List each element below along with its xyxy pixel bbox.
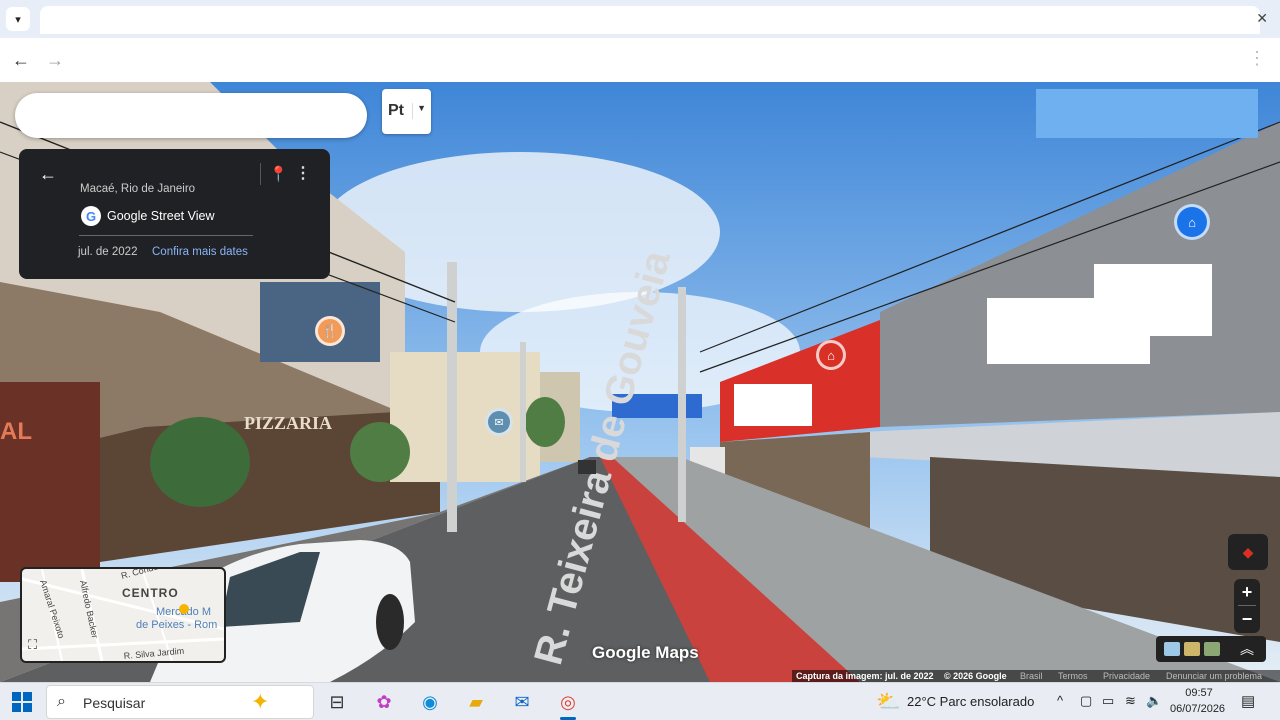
chevron-down-icon[interactable]: ▼	[412, 103, 426, 119]
utility-pole	[678, 287, 686, 522]
compass-icon[interactable]: ◆	[1228, 534, 1268, 570]
browser-toolbar: ← → ⋮	[0, 38, 1280, 82]
utility-pole	[447, 262, 457, 532]
volume-icon[interactable]: 🔈	[1146, 693, 1162, 709]
minimap-label: Alfredo Backer	[78, 579, 100, 639]
compass-needle: ◆	[1242, 543, 1254, 560]
see-more-dates-link[interactable]: Confira mais dates	[152, 246, 248, 258]
zoom-control: + −	[1234, 579, 1260, 633]
meet-now-icon[interactable]: ▢	[1080, 693, 1092, 709]
input-tools-button[interactable]: Pt ▼	[382, 89, 431, 134]
google-logo-icon: G	[81, 206, 101, 226]
tree	[525, 397, 565, 447]
mail-poi-icon[interactable]: ✉	[485, 408, 513, 436]
distant-car	[578, 460, 596, 474]
mid-building	[390, 352, 540, 482]
country-link[interactable]: Brasil	[1020, 671, 1043, 681]
google-maps-logo: Google Maps	[592, 643, 699, 662]
tree	[150, 417, 250, 507]
zoom-in-button[interactable]: +	[1234, 579, 1260, 605]
minimap-roads: CENTRO Mercado M de Peixes - Rom R. Cond…	[22, 569, 224, 661]
photo-layers-bar[interactable]: ︽	[1156, 636, 1266, 662]
car-wheel	[376, 594, 404, 650]
active-tab[interactable]	[40, 6, 1260, 34]
edge-icon[interactable]: ◉	[416, 688, 444, 716]
layer-thumbnail[interactable]	[1204, 642, 1220, 656]
capture-date-footer: Captura da imagem: jul. de 2022	[796, 671, 934, 681]
language-label: Pt	[388, 102, 404, 119]
minimap-label: de Peixes - Rom	[136, 619, 217, 631]
arrow-left-icon: ←	[12, 49, 30, 70]
map-pin-icon[interactable]: 📍	[269, 165, 288, 183]
shop-sign: AL	[0, 418, 32, 445]
file-explorer-icon[interactable]: ▰	[462, 688, 490, 716]
utility-pole	[520, 342, 526, 482]
taskbar-search[interactable]: ⌕ Pesquisar ✦	[46, 685, 314, 719]
divider	[79, 235, 253, 236]
arrow-right-icon: →	[46, 49, 64, 70]
clock-time[interactable]: 09:57	[1184, 687, 1214, 699]
windows-start-icon[interactable]	[12, 692, 32, 712]
tab-search-chevron-down-icon[interactable]: ▾	[6, 7, 30, 31]
redacted-block	[734, 384, 812, 426]
sparkle-icon: ✦	[251, 689, 270, 714]
shopping-bag-poi-icon[interactable]: ⌂	[1174, 204, 1210, 240]
layer-thumbnail[interactable]	[1184, 642, 1200, 656]
more-options-icon[interactable]: ⋮	[295, 163, 311, 183]
copyright: © 2026 Google	[944, 671, 1007, 681]
capture-date: jul. de 2022	[78, 246, 138, 258]
taskbar: ⌕ Pesquisar ✦ ⊟ ✿ ◉ ▰ ✉ ◎ ⛅ 22°C Parc en…	[0, 682, 1280, 720]
chrome-icon[interactable]: ◎	[554, 688, 582, 716]
battery-icon[interactable]: ▭	[1102, 693, 1114, 709]
minimap-label: R. Silva Jardim	[123, 646, 184, 661]
layer-thumbnail[interactable]	[1164, 642, 1180, 656]
arrow-left-icon[interactable]: ←	[39, 164, 57, 185]
outlook-icon[interactable]: ✉	[508, 688, 536, 716]
forward-button[interactable]: →	[43, 48, 67, 72]
product-name: Google Street View	[107, 209, 215, 223]
maps-search-input[interactable]	[15, 93, 367, 138]
wifi-icon[interactable]: ≋	[1125, 693, 1136, 709]
search-icon: ⌕	[57, 693, 66, 710]
close-icon[interactable]: ✕	[1256, 10, 1268, 27]
maps-footer: Captura da imagem: jul. de 2022 © 2026 G…	[792, 670, 1280, 682]
notifications-icon[interactable]: ▤	[1241, 692, 1255, 710]
street-view-info-card: ← Macaé, Rio de Janeiro 📍 ⋮ G Google Str…	[19, 149, 330, 279]
divider	[260, 163, 261, 185]
tree	[350, 422, 410, 482]
task-view-icon[interactable]: ⊟	[323, 688, 351, 716]
chevron-up-icon[interactable]: ^	[1057, 693, 1063, 708]
copilot-icon[interactable]: ✿	[370, 688, 398, 716]
weather-partly-sunny-icon[interactable]: ⛅	[876, 689, 901, 714]
privacy-link[interactable]: Privacidade	[1103, 671, 1150, 681]
weather-text[interactable]: 22°C Parc ensolarado	[907, 694, 1034, 709]
back-button[interactable]: ←	[9, 48, 33, 72]
clock-date[interactable]: 06/07/2026	[1170, 703, 1225, 715]
pegman-icon	[179, 604, 189, 614]
shopping-bag-poi-icon[interactable]: ⌂	[816, 340, 846, 370]
minimap-label: CENTRO	[122, 586, 179, 600]
restaurant-poi-icon[interactable]: 🍴	[315, 316, 345, 346]
minimap[interactable]: CENTRO Mercado M de Peixes - Rom R. Cond…	[20, 567, 226, 663]
browser-tab-strip: ▾ ✕	[0, 0, 1280, 38]
left-shop-red	[0, 382, 100, 582]
pizzeria-sign: PIZZARIA	[244, 413, 332, 433]
terms-link[interactable]: Termos	[1058, 671, 1088, 681]
redacted-block	[1094, 264, 1212, 336]
report-problem-link[interactable]: Denunciar um problema	[1166, 671, 1262, 681]
expand-icon[interactable]: ⛶	[28, 637, 37, 653]
street-view-panorama[interactable]: PIZZARIA AL R. Teixeira de Gouveia Pt ▼ …	[0, 82, 1280, 682]
browser-menu-icon[interactable]: ⋮	[1248, 48, 1266, 69]
minimap-label: R. Conde	[120, 569, 159, 581]
search-label: Pesquisar	[83, 695, 146, 711]
chevron-up-icon[interactable]: ︽	[1240, 639, 1254, 659]
zoom-out-button[interactable]: −	[1234, 606, 1260, 632]
account-bar[interactable]	[1036, 89, 1258, 138]
location-name: Macaé, Rio de Janeiro	[80, 183, 196, 195]
